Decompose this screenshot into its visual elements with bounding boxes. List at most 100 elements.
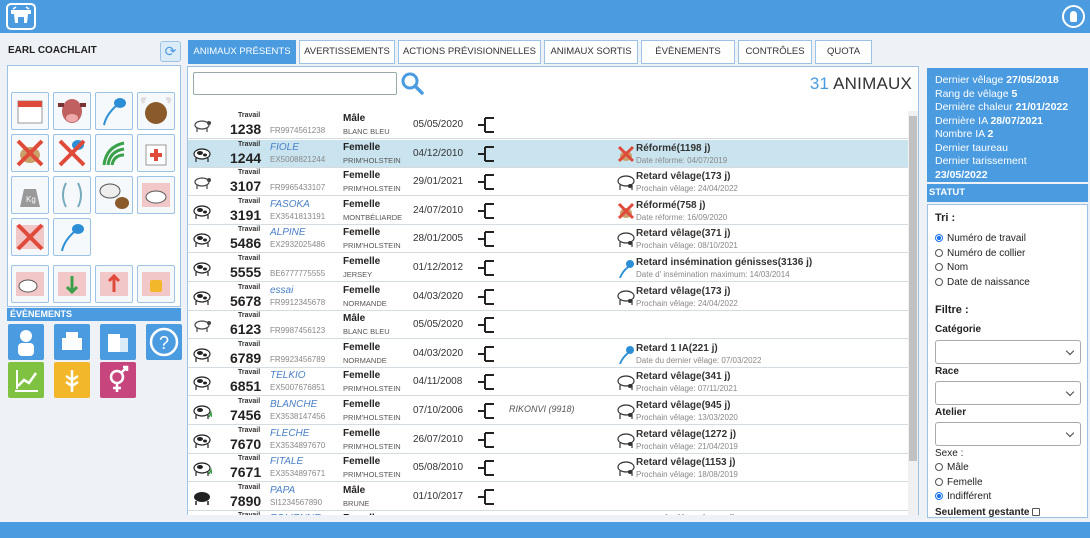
refresh-icon[interactable]: ⟳ xyxy=(160,41,181,62)
pedigree-icon[interactable] xyxy=(476,457,496,479)
pedigree-icon[interactable] xyxy=(476,400,496,422)
category-select[interactable] xyxy=(935,340,1081,364)
animal-name[interactable]: EOLIENNE xyxy=(270,513,321,515)
search-icon[interactable] xyxy=(400,71,424,95)
animal-name[interactable]: FASOKA xyxy=(270,199,310,210)
radio-button[interactable] xyxy=(935,248,943,257)
pedigree-icon[interactable] xyxy=(476,114,496,136)
calendar-icon[interactable] xyxy=(11,92,49,130)
pedigree-icon[interactable] xyxy=(476,257,496,279)
pedigree-icon[interactable] xyxy=(476,371,496,393)
atelier-select[interactable] xyxy=(935,422,1081,446)
tab-4[interactable]: ÉVÈNEMENTS xyxy=(641,40,735,64)
cow-head-icon[interactable] xyxy=(53,92,91,130)
table-row[interactable]: Travail7954EOLIENNEFemelle29/12/2009Reta… xyxy=(188,511,908,515)
chart-icon[interactable] xyxy=(8,362,44,398)
table-row[interactable]: Travail 6851 TELKIO EX5007676851 Femelle PRIM… xyxy=(188,368,908,397)
tab-2[interactable]: ACTIONS PRÉVISIONNELLES xyxy=(398,40,541,64)
cancel-insemination-icon[interactable] xyxy=(53,134,91,172)
radio-button[interactable] xyxy=(935,263,943,271)
pedigree-icon[interactable] xyxy=(476,200,496,222)
animal-name[interactable]: BLANCHE xyxy=(270,399,317,410)
medical-kit-icon[interactable] xyxy=(137,134,175,172)
reform-cross-icon[interactable] xyxy=(11,134,49,172)
cow-in-icon[interactable] xyxy=(53,265,91,303)
animal-name[interactable]: ALPINE xyxy=(270,227,306,238)
calving-icon xyxy=(617,175,635,191)
animal-name[interactable]: FLECHE xyxy=(270,428,309,439)
cow-out-icon[interactable] xyxy=(95,265,133,303)
insemination-pipette-icon[interactable] xyxy=(53,218,91,256)
table-row[interactable]: Travail 5555 BE6777775555 Femelle JERSEY 01/1… xyxy=(188,254,908,282)
weight-icon[interactable]: Kg xyxy=(11,176,49,214)
pedigree-icon[interactable] xyxy=(476,228,496,250)
radio-button[interactable] xyxy=(935,477,943,486)
sort-option[interactable]: Numéro de travail xyxy=(935,233,1026,244)
table-row[interactable]: Travail 3107 FR9965433107 Femelle PRIM'HOLST… xyxy=(188,168,908,197)
list-scrollbar[interactable] xyxy=(908,111,918,515)
herd-logo-icon[interactable] xyxy=(6,3,36,30)
pedigree-icon[interactable] xyxy=(476,171,496,193)
radio-button[interactable] xyxy=(935,234,943,242)
pregnant-only-checkbox[interactable]: Seulement gestante xyxy=(935,507,1041,518)
animal-ident: FR9987456123 xyxy=(270,326,326,336)
animal-name[interactable]: essai xyxy=(270,285,293,296)
boxes-icon[interactable] xyxy=(100,324,136,360)
table-row[interactable]: Travail 3191 FASOKA EX3541813191 Femelle MONT… xyxy=(188,196,908,225)
pedigree-icon[interactable] xyxy=(476,514,496,515)
sex-icon[interactable] xyxy=(100,362,136,398)
bull-icon[interactable] xyxy=(137,92,175,130)
transfer-cow-icon[interactable] xyxy=(137,176,175,214)
tab-5[interactable]: CONTRÔLES xyxy=(738,40,812,64)
pedigree-icon[interactable] xyxy=(476,314,496,336)
pedigree-icon[interactable] xyxy=(476,286,496,308)
pregnant-only-box[interactable] xyxy=(1032,508,1041,516)
user-icon[interactable] xyxy=(1062,5,1085,28)
sort-option[interactable]: Numéro de collier xyxy=(935,248,1025,259)
sex-option[interactable]: Femelle xyxy=(935,477,983,488)
animal-name[interactable]: TELKIO xyxy=(270,370,306,381)
race-select[interactable] xyxy=(935,381,1081,405)
animal-name[interactable]: FITALE xyxy=(270,456,303,467)
table-row[interactable]: Travail 6789 FR9923456789 Femelle NORMANDE 04… xyxy=(188,339,908,368)
insemination-icon[interactable] xyxy=(95,92,133,130)
scrollbar-thumb[interactable] xyxy=(909,116,917,461)
pedigree-icon[interactable] xyxy=(476,343,496,365)
pedigree-icon[interactable] xyxy=(476,486,496,508)
table-row[interactable]: Travail 7890 PAPA SI1234567890 Mâle BRUNE 01/1… xyxy=(188,482,908,511)
table-row[interactable]: Travail 1238 FR9974561238 Mâle BLANC BLEU 05/… xyxy=(188,111,908,139)
animal-name[interactable]: FIOLE xyxy=(270,142,299,153)
table-row[interactable]: Travail 5486 ALPINE EX2932025486 Femelle PRIM… xyxy=(188,225,908,254)
person-icon[interactable] xyxy=(8,324,44,360)
cow-card-icon[interactable] xyxy=(11,265,49,303)
table-row[interactable]: Travail 7671 FITALE EX3534897671 Femelle PRIM… xyxy=(188,454,908,483)
radio-button[interactable] xyxy=(935,463,943,471)
table-row[interactable]: Travail 7456 BLANCHE EX3538147456 Femelle PRI… xyxy=(188,397,908,425)
pedigree-icon[interactable] xyxy=(476,429,496,451)
printer-icon[interactable] xyxy=(54,324,90,360)
sex-option[interactable]: Indifférent xyxy=(935,491,991,502)
sort-option[interactable]: Nom xyxy=(935,262,968,273)
tab-0[interactable]: ANIMAUX PRÉSENTS xyxy=(188,40,296,64)
radio-button[interactable] xyxy=(935,277,943,286)
sort-option[interactable]: Date de naissance xyxy=(935,277,1030,288)
search-input[interactable] xyxy=(193,72,397,95)
table-row[interactable]: Travail 6123 FR9987456123 Mâle BLANC BLEU 05/… xyxy=(188,311,908,340)
sex-option[interactable]: Mâle xyxy=(935,462,969,473)
animal-name[interactable]: PAPA xyxy=(270,485,295,496)
cow-calf-icon[interactable] xyxy=(95,176,133,214)
help-icon[interactable]: ? xyxy=(146,324,182,360)
anatomy-icon[interactable] xyxy=(53,176,91,214)
tab-1[interactable]: AVERTISSEMENTS xyxy=(299,40,395,64)
table-row[interactable]: Travail 1244 FIOLE EX5008821244 Femelle PRIM'… xyxy=(188,139,908,168)
table-row[interactable]: Travail 7670 FLECHE EX3534897670 Femelle PRIM… xyxy=(188,425,908,454)
radio-button[interactable] xyxy=(935,492,943,500)
ear-tag-icon[interactable] xyxy=(137,265,175,303)
grass-icon[interactable] xyxy=(95,134,133,172)
cancel-cow-icon[interactable] xyxy=(11,218,49,256)
pedigree-icon[interactable] xyxy=(476,143,496,165)
tab-6[interactable]: QUOTA xyxy=(815,40,872,64)
table-row[interactable]: Travail 5678 essai FR9912345678 Femelle NORMA… xyxy=(188,282,908,311)
wheat-icon[interactable] xyxy=(54,362,90,398)
tab-3[interactable]: ANIMAUX SORTIS xyxy=(544,40,638,64)
